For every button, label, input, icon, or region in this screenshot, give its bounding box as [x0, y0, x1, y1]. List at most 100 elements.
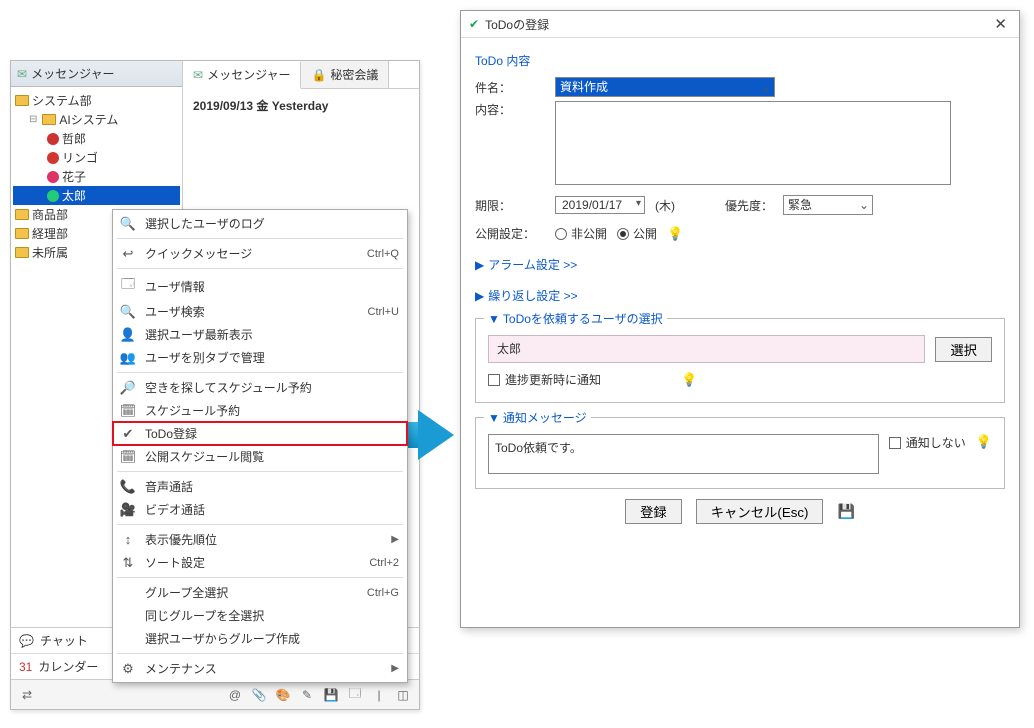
menu-item[interactable]: ⇅ソート設定Ctrl+2 — [113, 551, 407, 574]
notify-section: ▼通知メッセージ ToDo依頼です。 通知しない 💡 — [475, 417, 1005, 489]
visibility-label: 公開設定： — [475, 225, 545, 242]
tree-user-selected[interactable]: 太郎 — [13, 186, 180, 205]
assigned-user-box[interactable]: 太郎 — [488, 335, 925, 363]
tree-title: メッセンジャー — [31, 65, 114, 82]
edit-icon[interactable]: ✎ — [299, 688, 315, 702]
menu-item[interactable]: グループ全選択 Ctrl+G — [113, 581, 407, 604]
folder-icon — [15, 209, 29, 220]
menu-item[interactable]: 🔍選択したユーザのログ — [113, 212, 407, 235]
register-button[interactable]: 登録 — [625, 499, 682, 524]
subject-combo[interactable]: 資料作成 — [555, 77, 775, 97]
tab-secret[interactable]: 🔒秘密会議 — [301, 61, 389, 88]
menu-item[interactable]: 👥ユーザを別タブで管理 — [113, 346, 407, 369]
folder-icon — [42, 114, 56, 125]
folder-icon — [15, 247, 29, 258]
tree-user[interactable]: リンゴ — [13, 148, 180, 167]
radio-icon — [617, 228, 629, 240]
chat-icon: 💬 — [19, 634, 34, 648]
menu-label: ソート設定 — [145, 554, 361, 571]
no-notify-check[interactable]: 通知しない — [889, 434, 966, 451]
menu-item[interactable]: 🗔 ユーザ情報 — [113, 272, 407, 300]
radio-public[interactable]: 公開 — [617, 225, 657, 242]
dialog-titlebar: ✔ToDoの登録 ✕ — [461, 11, 1019, 38]
menu-item[interactable]: 👤 選択ユーザ最新表示 — [113, 323, 407, 346]
menu-separator — [117, 577, 403, 578]
radio-private[interactable]: 非公開 — [555, 225, 607, 242]
close-icon[interactable]: ✕ — [990, 15, 1011, 33]
deadline-day: (木) — [655, 197, 675, 214]
menu-item[interactable]: 🗓公開スケジュール閲覧 — [113, 445, 407, 468]
content-label: 内容： — [475, 101, 545, 118]
palette-icon[interactable]: 🎨 — [275, 688, 291, 702]
deadline-date[interactable]: 2019/01/17 — [555, 196, 645, 214]
menu-item[interactable]: ↕表示優先順位▶ — [113, 528, 407, 551]
menu-label: ユーザを別タブで管理 — [145, 349, 399, 366]
menu-label: グループ全選択 — [145, 584, 359, 601]
priority-combo[interactable]: 緊急 — [783, 195, 873, 215]
save-icon[interactable]: 💾 — [323, 688, 339, 702]
menu-item[interactable]: 🎥ビデオ通話 — [113, 498, 407, 521]
tree-node-ai[interactable]: AIシステム — [13, 110, 180, 129]
menu-item[interactable]: ⚙メンテナンス▶ — [113, 657, 407, 680]
triangle-down-icon: ▼ — [488, 312, 500, 326]
arrows-icon[interactable]: ⇄ — [19, 688, 35, 702]
checkbox-icon — [889, 437, 901, 449]
hint-icon[interactable]: 💡 — [976, 434, 992, 450]
menu-item[interactable]: 選択ユーザからグループ作成 — [113, 627, 407, 650]
menu-icon: ⚙ — [119, 661, 137, 677]
menu-label: 同じグループを全選択 — [145, 607, 399, 624]
triangle-icon: ▶ — [475, 258, 484, 272]
at-icon[interactable]: @ — [227, 688, 243, 702]
menu-label: スケジュール予約 — [145, 402, 399, 419]
menu-item[interactable]: 同じグループを全選択 — [113, 604, 407, 627]
context-menu: 🔍選択したユーザのログ ↩クイックメッセージCtrl+Q 🗔 ユーザ情報 🔍ユーザ検索C… — [112, 209, 408, 683]
tree-node-root[interactable]: システム部 — [13, 91, 180, 110]
window-icon[interactable]: 🗔 — [347, 684, 363, 705]
tree-user[interactable]: 哲郎 — [13, 129, 180, 148]
menu-label: ユーザ情報 — [145, 278, 399, 295]
triangle-down-icon: ▼ — [488, 411, 500, 425]
menu-item[interactable]: 📞音声通話 — [113, 475, 407, 498]
save-icon[interactable]: 💾 — [837, 503, 854, 520]
shortcut-label: Ctrl+G — [367, 587, 399, 599]
cancel-button[interactable]: キャンセル(Esc) — [696, 499, 824, 524]
mail-icon: ✉ — [193, 68, 203, 82]
select-user-button[interactable]: 選択 — [935, 337, 992, 362]
menu-item[interactable]: ✔ ToDo登録 — [113, 422, 407, 445]
menu-icon: 👤 — [119, 327, 137, 343]
menu-icon: 🔍 — [119, 216, 137, 232]
menu-item[interactable]: ↩クイックメッセージCtrl+Q — [113, 242, 407, 265]
date-line: 2019/09/13 金 Yesterday — [183, 89, 419, 122]
menu-icon: 📞 — [119, 479, 137, 495]
menu-item[interactable]: 🔎空きを探してスケジュール予約 — [113, 376, 407, 399]
menu-icon: 🗔 — [119, 275, 137, 297]
content-textarea[interactable] — [555, 101, 951, 185]
radio-icon — [555, 228, 567, 240]
menu-separator — [117, 268, 403, 269]
tab-row: ✉メッセンジャー 🔒秘密会議 — [183, 61, 419, 89]
menu-label: 選択ユーザからグループ作成 — [145, 630, 399, 647]
assign-section: ▼ToDoを依頼するユーザの選択 太郎 選択 進捗更新時に通知 💡 — [475, 318, 1005, 403]
menu-icon: ✔ — [119, 426, 137, 442]
repeat-link[interactable]: ▶繰り返し設定 >> — [475, 287, 1005, 304]
tree-user[interactable]: 花子 — [13, 167, 180, 186]
notify-message-box[interactable]: ToDo依頼です。 — [488, 434, 879, 474]
menu-label: 表示優先順位 — [145, 531, 383, 548]
shortcut-label: Ctrl+Q — [367, 248, 399, 260]
alarm-link[interactable]: ▶アラーム設定 >> — [475, 256, 1005, 273]
calendar-icon: 31 — [19, 660, 32, 674]
user-icon — [47, 190, 59, 202]
hint-icon[interactable]: 💡 — [667, 226, 683, 242]
menu-label: 選択ユーザ最新表示 — [145, 326, 399, 343]
user-icon — [47, 133, 59, 145]
split-icon[interactable]: ◫ — [395, 688, 411, 702]
menu-item[interactable]: 🔍ユーザ検索Ctrl+U — [113, 300, 407, 323]
menu-label: ToDo登録 — [145, 425, 399, 442]
menu-separator — [117, 238, 403, 239]
notify-progress-check[interactable]: 進捗更新時に通知 — [488, 371, 601, 388]
menu-item[interactable]: 🗓スケジュール予約 — [113, 399, 407, 422]
clip-icon[interactable]: 📎 — [251, 688, 267, 702]
hint-icon[interactable]: 💡 — [681, 372, 697, 388]
tab-messenger[interactable]: ✉メッセンジャー — [183, 62, 301, 89]
folder-icon — [15, 228, 29, 239]
